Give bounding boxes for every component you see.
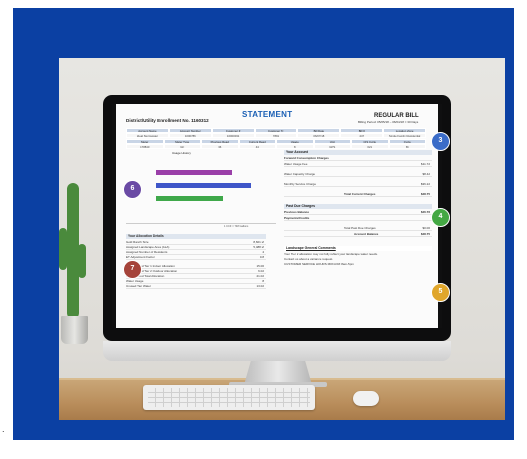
plant-pot xyxy=(61,316,88,344)
billing-period-row-value: 13.02 xyxy=(256,284,264,288)
past-due-total-value: $0.00 xyxy=(422,226,430,230)
meter-value-cell: Bi xyxy=(388,144,426,149)
service-charge-label: Monthly Service Charge xyxy=(284,182,317,186)
step-badge-7: 7 xyxy=(123,260,142,279)
usage-bar xyxy=(156,183,252,188)
your-account-header: Your Account xyxy=(284,150,432,155)
meter-values-row: 178840 GF 36 44 8 GPS 021 Bi xyxy=(126,144,426,149)
office-photo: STATEMENT REGULAR BILL District/Utility … xyxy=(59,58,505,420)
cactus-arm xyxy=(78,244,86,278)
capacity-charge-label: Water Capacity Charge xyxy=(284,172,316,176)
previous-balance-value: $46.76 xyxy=(420,210,430,214)
account-value-cell: 06/07/18 xyxy=(297,133,341,138)
cactus-arm xyxy=(59,228,67,270)
meter-value-cell: 44 xyxy=(238,144,276,149)
meter-value-cell: GPS xyxy=(313,144,351,149)
meter-value-cell: 8 xyxy=(276,144,314,149)
service-charge-value: $36.22 xyxy=(420,182,430,186)
payments-row: Payments/Credits xyxy=(284,216,432,221)
current-charges-value: $48.75 xyxy=(420,192,430,196)
allocation-row-label: Assigned Number of Residents xyxy=(126,250,168,254)
meter-value-cell: 36 xyxy=(201,144,239,149)
billing-period-row-label: Water Usage xyxy=(126,279,144,283)
corner-mark: . xyxy=(2,424,5,434)
water-usage-value: $11.72 xyxy=(421,162,430,166)
usage-chart xyxy=(126,156,276,224)
account-value-cell: 1000786 xyxy=(168,133,212,138)
usage-bar xyxy=(156,170,233,175)
previous-balance-label: Previous Balance xyxy=(284,210,310,214)
step-badge-6: 6 xyxy=(123,180,142,199)
usage-bar xyxy=(156,196,223,201)
mouse xyxy=(353,391,379,406)
account-balance-value: $48.75 xyxy=(420,232,430,236)
water-usage-label: Water Usage Fee xyxy=(284,162,308,166)
forward-charges-label: Forward Consumption Charges xyxy=(284,156,432,161)
blue-frame: STATEMENT REGULAR BILL District/Utility … xyxy=(13,8,514,440)
account-value-cell: 447 xyxy=(340,133,384,138)
step-badge-5: 5 xyxy=(431,283,450,302)
keyboard-keys xyxy=(148,388,310,407)
step-badge-4: 4 xyxy=(431,208,450,227)
account-value-cell: Ideal Stormwater xyxy=(126,133,169,138)
previous-balance-row: Previous Balance $46.76 xyxy=(284,210,432,215)
account-value-cell: 10000031 xyxy=(211,133,255,138)
capacity-charge-row: Water Capacity Charge $8.42 xyxy=(284,172,432,177)
account-value-cell: 7891 xyxy=(254,133,298,138)
utility-statement: STATEMENT REGULAR BILL District/Utility … xyxy=(112,104,442,328)
past-due-total-row: Total Past Due Charges $0.00 xyxy=(284,226,432,231)
allocation-row: ET Adjustment Factor 0.8 xyxy=(126,255,266,260)
meter-value-cell: 178840 xyxy=(126,144,164,149)
statement-left-bar xyxy=(112,104,116,328)
payments-label: Payments/Credits xyxy=(284,216,310,220)
landscape-comment: CUSTOMER SERVICE HOURS MON-FRI 8am-5pm xyxy=(284,262,354,266)
enrollment-number: District/Utility Enrollment No. 1160312 xyxy=(126,118,209,123)
account-balance-label: Account Balance xyxy=(354,232,379,236)
past-due-header: Past Due Charges xyxy=(284,204,432,209)
allocation-row-value: 0.8 xyxy=(259,255,264,259)
past-due-total-label: Total Past Due Charges xyxy=(344,226,376,230)
billing-period-row-label: Unused Tier Water xyxy=(126,284,151,288)
water-usage-row: Water Usage Fee $11.72 xyxy=(284,162,432,167)
capacity-charge-value: $8.42 xyxy=(422,172,430,176)
billing-period-row: Unused Tier Water 13.02 xyxy=(126,284,266,289)
statement-title: STATEMENT xyxy=(242,110,293,119)
keyboard xyxy=(143,385,315,410)
account-values-row: Ideal Stormwater 1000786 10000031 7891 06/07… xyxy=(126,133,427,138)
account-value-cell: Single Family Residential xyxy=(383,133,427,138)
monitor-screen: STATEMENT REGULAR BILL District/Utility … xyxy=(112,104,442,328)
billing-period: Billing Period: 05/05/18 – 06/04/18 = 30… xyxy=(358,120,419,124)
meter-value-cell: 021 xyxy=(351,144,389,149)
landscape-header: Landscape General Comments xyxy=(284,246,432,251)
service-charge-row: Monthly Service Charge $36.22 xyxy=(284,182,432,187)
allocation-row-label: ET Adjustment Factor xyxy=(126,255,155,259)
account-balance-row: Account Balance $48.75 xyxy=(284,232,432,237)
monitor-chin xyxy=(103,341,451,361)
allocation-row-label: Assigned Landscape Area (ALA) xyxy=(126,245,170,249)
allocation-row-label: Gold Ranch Size xyxy=(126,240,149,244)
current-charges-row: Total Current Charges $48.75 xyxy=(284,192,432,197)
forward-charges-text: Forward Consumption Charges xyxy=(284,156,329,160)
allocation-header: Your Allocation Details xyxy=(126,234,266,239)
step-badge-3: 3 xyxy=(431,132,450,151)
current-charges-label: Total Current Charges xyxy=(344,192,376,196)
chart-note: 1 CCF = 748 Gallons xyxy=(224,225,249,228)
meter-value-cell: GF xyxy=(163,144,201,149)
